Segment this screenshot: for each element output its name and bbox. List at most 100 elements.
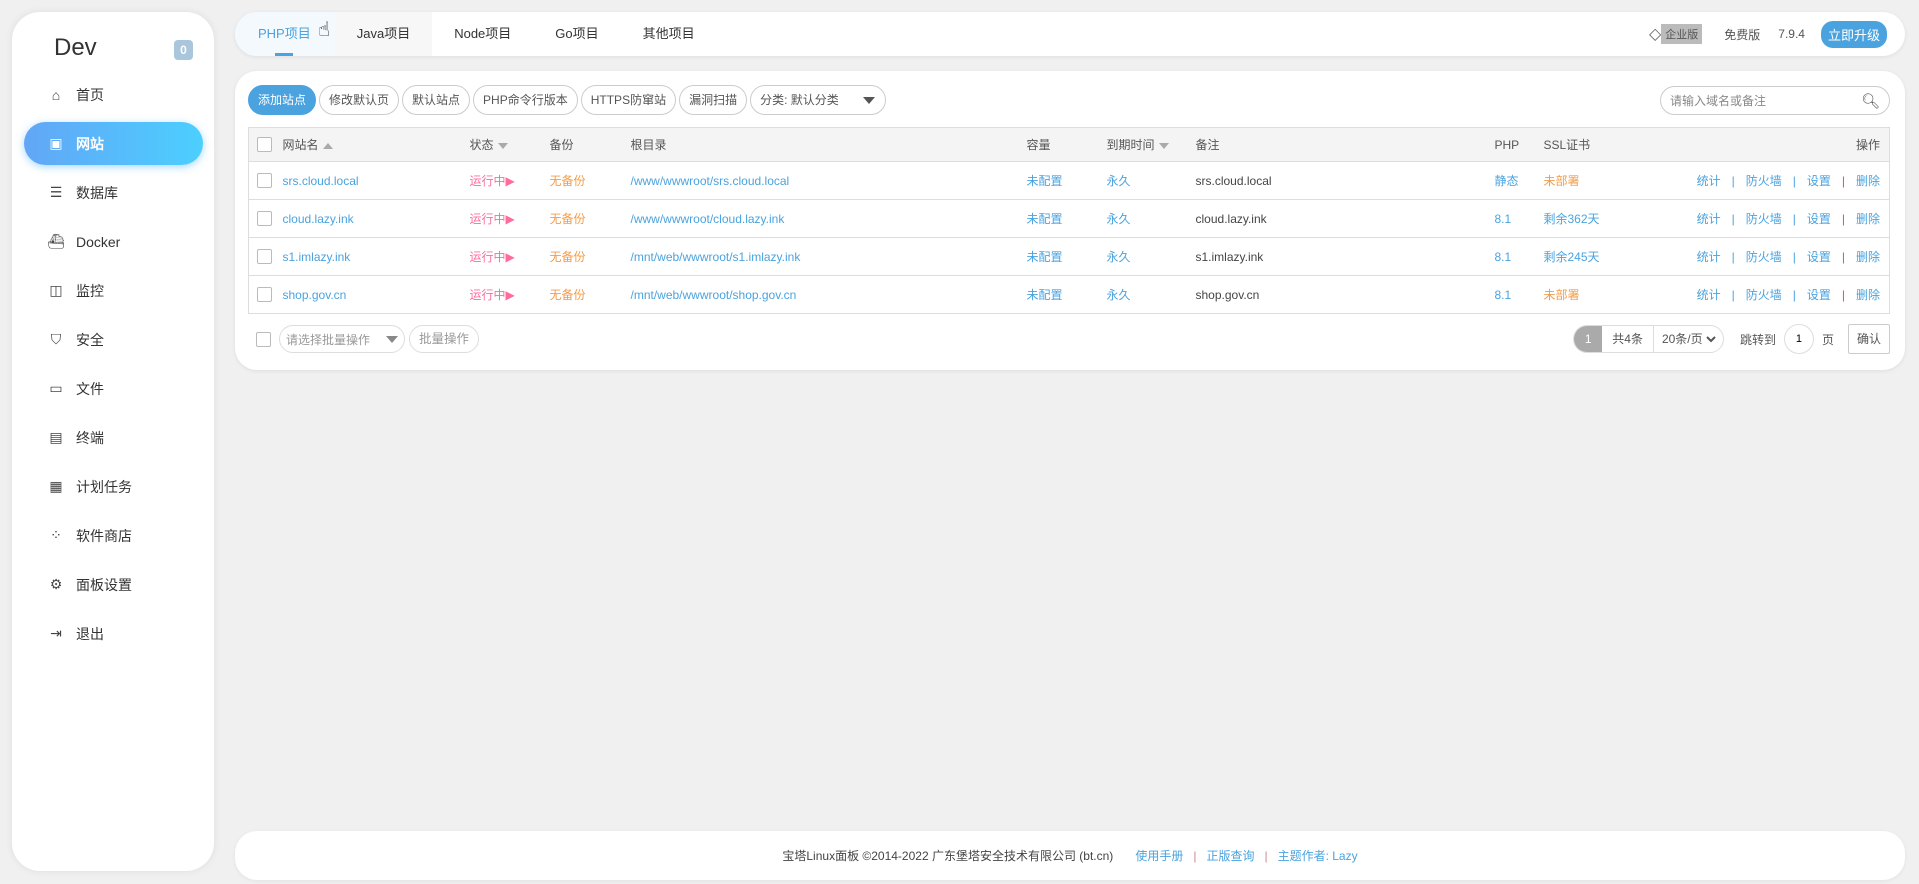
batch-operation-button[interactable]: 批量操作 — [409, 325, 480, 353]
ssl-link[interactable]: 未部署 — [1544, 288, 1580, 302]
row-checkbox[interactable] — [257, 211, 272, 227]
action-3[interactable]: 删除 — [1856, 288, 1880, 302]
php-version-link[interactable]: 8.1 — [1495, 288, 1512, 302]
remark-text[interactable]: shop.gov.cn — [1196, 288, 1260, 302]
site-name-link[interactable]: cloud.lazy.ink — [283, 212, 354, 226]
php-version-link[interactable]: 8.1 — [1495, 212, 1512, 226]
author-link[interactable]: 主题作者: Lazy — [1278, 847, 1358, 864]
sidebar-item-2[interactable]: ☰ 数据库 — [24, 171, 203, 214]
expire-link[interactable]: 永久 — [1107, 250, 1131, 264]
sidebar-item-1[interactable]: ▣ 网站 — [24, 122, 203, 165]
upgrade-button[interactable]: 立即升级 — [1820, 20, 1887, 48]
action-1[interactable]: 防火墙 — [1746, 288, 1782, 302]
header-status[interactable]: 状态 — [470, 138, 494, 152]
action-3[interactable]: 删除 — [1856, 174, 1880, 188]
edit-default-page-button[interactable]: 修改默认页 — [319, 85, 400, 115]
sidebar-item-0[interactable]: ⌂ 首页 — [24, 73, 203, 116]
enterprise-badge[interactable]: ◇ 企业版 — [1649, 24, 1703, 44]
action-2[interactable]: 设置 — [1807, 288, 1831, 302]
action-2[interactable]: 设置 — [1807, 174, 1831, 188]
sidebar-item-10[interactable]: ⚙ 面板设置 — [24, 563, 203, 606]
status-toggle[interactable]: 运行中▶ — [470, 250, 515, 264]
select-all-checkbox[interactable] — [257, 137, 272, 153]
root-dir-link[interactable]: /www/wwwroot/cloud.lazy.ink — [631, 212, 785, 226]
ssl-link[interactable]: 剩余245天 — [1544, 250, 1600, 264]
quota-link[interactable]: 未配置 — [1027, 174, 1063, 188]
quota-link[interactable]: 未配置 — [1027, 250, 1063, 264]
https-anti-tamper-button[interactable]: HTTPS防窜站 — [580, 85, 677, 115]
action-1[interactable]: 防火墙 — [1746, 174, 1782, 188]
sidebar-item-8[interactable]: ▦ 计划任务 — [24, 465, 203, 508]
action-1[interactable]: 防火墙 — [1746, 212, 1782, 226]
action-3[interactable]: 删除 — [1856, 212, 1880, 226]
expire-link[interactable]: 永久 — [1107, 174, 1131, 188]
tab-node[interactable]: Node项目 — [432, 12, 533, 56]
sidebar-item-7[interactable]: ▤ 终端 — [24, 416, 203, 459]
quota-link[interactable]: 未配置 — [1027, 288, 1063, 302]
sidebar-item-3[interactable]: ⛴ Docker — [24, 220, 203, 263]
page-input[interactable] — [1783, 324, 1814, 354]
batch-operation-select[interactable]: 请选择批量操作 — [279, 325, 406, 353]
site-name-link[interactable]: srs.cloud.local — [283, 174, 359, 188]
add-site-button[interactable]: 添加站点 — [248, 85, 317, 115]
root-dir-link[interactable]: /mnt/web/wwwroot/s1.imlazy.ink — [631, 250, 801, 264]
current-page[interactable]: 1 — [1574, 326, 1603, 352]
manual-link[interactable]: 使用手册 — [1135, 847, 1183, 864]
expire-link[interactable]: 永久 — [1107, 288, 1131, 302]
php-version-link[interactable]: 8.1 — [1495, 250, 1512, 264]
remark-text[interactable]: s1.imlazy.ink — [1196, 250, 1264, 264]
action-2[interactable]: 设置 — [1807, 250, 1831, 264]
quota-link[interactable]: 未配置 — [1027, 212, 1063, 226]
site-name-link[interactable]: shop.gov.cn — [283, 288, 347, 302]
verify-link[interactable]: 正版查询 — [1206, 847, 1254, 864]
action-3[interactable]: 删除 — [1856, 250, 1880, 264]
action-1[interactable]: 防火墙 — [1746, 250, 1782, 264]
status-toggle[interactable]: 运行中▶ — [470, 174, 515, 188]
tab-java[interactable]: Java项目 — [334, 12, 433, 56]
site-name-link[interactable]: s1.imlazy.ink — [283, 250, 351, 264]
default-site-button[interactable]: 默认站点 — [402, 85, 471, 115]
confirm-page-button[interactable]: 确认 — [1847, 324, 1890, 354]
backup-link[interactable]: 无备份 — [550, 212, 586, 226]
sidebar-item-9[interactable]: ⁘ 软件商店 — [24, 514, 203, 557]
root-dir-link[interactable]: /www/wwwroot/srs.cloud.local — [631, 174, 790, 188]
tab-go[interactable]: Go项目 — [533, 12, 620, 56]
search-input[interactable] — [1670, 93, 1861, 108]
batch-select-checkbox[interactable] — [256, 331, 271, 347]
php-cli-version-button[interactable]: PHP命令行版本 — [473, 85, 578, 115]
status-toggle[interactable]: 运行中▶ — [470, 288, 515, 302]
action-0[interactable]: 统计 — [1697, 174, 1721, 188]
header-name[interactable]: 网站名 — [283, 138, 319, 152]
action-0[interactable]: 统计 — [1697, 288, 1721, 302]
category-select[interactable]: 分类: 默认分类 — [750, 85, 886, 115]
remark-text[interactable]: cloud.lazy.ink — [1196, 212, 1267, 226]
php-version-link[interactable]: 静态 — [1495, 174, 1519, 188]
sidebar-item-5[interactable]: ⛉ 安全 — [24, 318, 203, 361]
action-0[interactable]: 统计 — [1697, 212, 1721, 226]
sidebar-item-11[interactable]: ⇥ 退出 — [24, 612, 203, 655]
search-icon[interactable]: 🔍︎ — [1861, 92, 1880, 110]
header-expire[interactable]: 到期时间 — [1107, 138, 1155, 152]
sort-down-icon[interactable] — [497, 142, 508, 149]
sidebar-item-4[interactable]: ◫ 监控 — [24, 269, 203, 312]
action-0[interactable]: 统计 — [1697, 250, 1721, 264]
row-checkbox[interactable] — [257, 173, 272, 189]
vuln-scan-button[interactable]: 漏洞扫描 — [679, 85, 748, 115]
backup-link[interactable]: 无备份 — [550, 288, 586, 302]
sort-up-icon[interactable] — [322, 142, 333, 149]
per-page-select[interactable]: 20条/页 — [1657, 326, 1719, 352]
row-checkbox[interactable] — [257, 249, 272, 265]
notification-badge[interactable]: 0 — [174, 40, 193, 60]
status-toggle[interactable]: 运行中▶ — [470, 212, 515, 226]
root-dir-link[interactable]: /mnt/web/wwwroot/shop.gov.cn — [631, 288, 797, 302]
tab-other[interactable]: 其他项目 — [621, 12, 717, 56]
action-2[interactable]: 设置 — [1807, 212, 1831, 226]
backup-link[interactable]: 无备份 — [550, 174, 586, 188]
ssl-link[interactable]: 剩余362天 — [1544, 212, 1600, 226]
row-checkbox[interactable] — [257, 287, 272, 303]
expire-link[interactable]: 永久 — [1107, 212, 1131, 226]
ssl-link[interactable]: 未部署 — [1544, 174, 1580, 188]
remark-text[interactable]: srs.cloud.local — [1196, 174, 1272, 188]
sidebar-item-6[interactable]: ▭ 文件 — [24, 367, 203, 410]
backup-link[interactable]: 无备份 — [550, 250, 586, 264]
